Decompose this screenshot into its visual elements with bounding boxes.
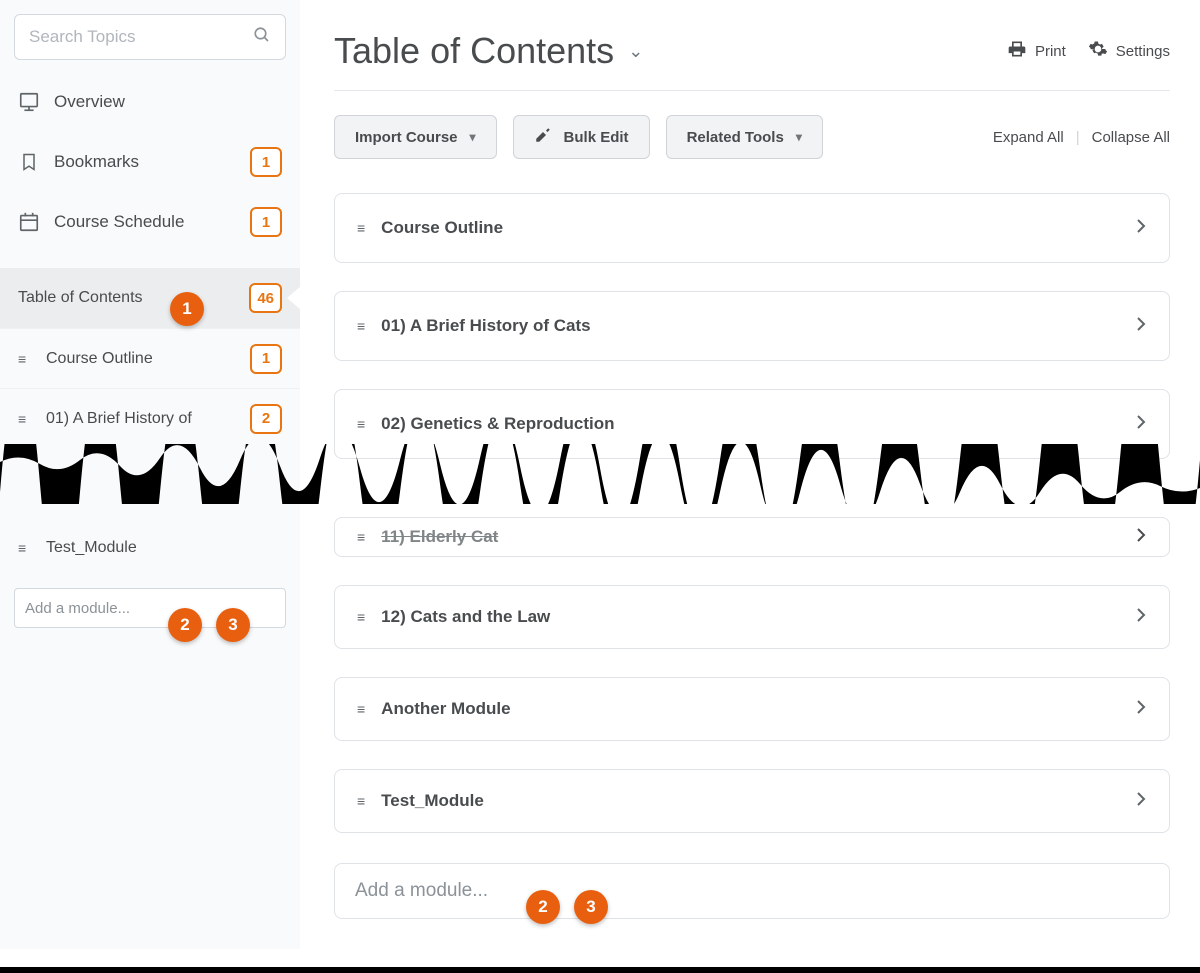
- module-row[interactable]: ≡ 02) Genetics & Reproduction: [334, 389, 1170, 459]
- related-tools-button[interactable]: Related Tools ▾: [666, 115, 823, 159]
- import-course-button[interactable]: Import Course ▾: [334, 115, 497, 159]
- annotation-1: 1: [170, 292, 204, 326]
- module-count: 1: [250, 344, 282, 374]
- drag-icon: ≡: [18, 351, 34, 367]
- module-row[interactable]: ≡ 11) Elderly Cat: [334, 517, 1170, 557]
- page-title-dropdown[interactable]: Table of Contents ⌄: [334, 30, 643, 72]
- related-label: Related Tools: [687, 129, 784, 146]
- chevron-down-icon: ⌄: [628, 41, 643, 62]
- expand-all-link[interactable]: Expand All: [993, 129, 1064, 146]
- main-content: Table of Contents ⌄ Print Settings: [300, 0, 1200, 949]
- sidebar: Overview Bookmarks 1 Course Schedule 1 T…: [0, 0, 300, 949]
- module-label: Course Outline: [46, 350, 238, 368]
- module-row[interactable]: ≡ 01) A Brief History of Cats: [334, 291, 1170, 361]
- bookmarks-count: 1: [250, 147, 282, 177]
- module-row[interactable]: ≡ Test_Module: [334, 769, 1170, 833]
- sidebar-module-course-outline[interactable]: ≡ Course Outline 1: [0, 328, 300, 388]
- sidebar-module-history[interactable]: ≡ 01) A Brief History of 2: [0, 388, 300, 448]
- annotation-3-side: 3: [216, 608, 250, 642]
- overview-icon: [18, 91, 40, 113]
- drag-icon: ≡: [357, 318, 365, 334]
- module-row[interactable]: ≡ Another Module: [334, 677, 1170, 741]
- module-title: 11) Elderly Cat: [381, 527, 1135, 547]
- annotation-3-main: 3: [574, 890, 608, 924]
- module-count: 2: [250, 404, 282, 434]
- add-module-input-main[interactable]: Add a module...: [334, 863, 1170, 919]
- module-row[interactable]: ≡ 12) Cats and the Law: [334, 585, 1170, 649]
- chevron-right-icon: [1135, 218, 1147, 239]
- module-label: 01) A Brief History of: [46, 410, 238, 428]
- chevron-down-icon: ▾: [796, 130, 802, 144]
- edit-icon: [534, 126, 552, 149]
- chevron-down-icon: ▾: [470, 130, 476, 144]
- sidebar-item-schedule[interactable]: Course Schedule 1: [0, 192, 300, 252]
- bookmark-icon: [18, 151, 40, 173]
- page-title: Table of Contents: [334, 30, 614, 72]
- chevron-right-icon: [1135, 527, 1147, 548]
- print-button[interactable]: Print: [1007, 39, 1066, 63]
- module-title: Test_Module: [381, 791, 1135, 811]
- drag-icon: ≡: [357, 529, 365, 545]
- settings-button[interactable]: Settings: [1088, 39, 1170, 63]
- chevron-right-icon: [1135, 791, 1147, 812]
- sidebar-item-toc[interactable]: Table of Contents 46: [0, 268, 300, 328]
- drag-icon: ≡: [357, 416, 365, 432]
- chevron-right-icon: [1135, 699, 1147, 720]
- print-label: Print: [1035, 43, 1066, 60]
- import-label: Import Course: [355, 129, 458, 146]
- sidebar-item-overview[interactable]: Overview: [0, 72, 300, 132]
- calendar-icon: [18, 211, 40, 233]
- toc-count: 46: [249, 283, 282, 313]
- schedule-count: 1: [250, 207, 282, 237]
- drag-icon: ≡: [357, 609, 365, 625]
- search-input[interactable]: [29, 27, 253, 47]
- chevron-right-icon: [1135, 607, 1147, 628]
- module-title: 02) Genetics & Reproduction: [381, 414, 1135, 434]
- gear-icon: [1088, 39, 1108, 63]
- module-title: 01) A Brief History of Cats: [381, 316, 1135, 336]
- drag-icon: ≡: [357, 220, 365, 236]
- bulk-edit-label: Bulk Edit: [564, 129, 629, 146]
- module-title: Course Outline: [381, 218, 1135, 238]
- bookmarks-label: Bookmarks: [54, 152, 236, 172]
- overview-label: Overview: [54, 92, 282, 112]
- annotation-2-main: 2: [526, 890, 560, 924]
- drag-icon: ≡: [18, 411, 34, 427]
- add-module-placeholder: Add a module...: [355, 880, 488, 902]
- chevron-right-icon: [1135, 414, 1147, 435]
- annotation-2-side: 2: [168, 608, 202, 642]
- separator: |: [1076, 129, 1080, 146]
- module-title: 12) Cats and the Law: [381, 607, 1135, 627]
- schedule-label: Course Schedule: [54, 212, 236, 232]
- module-title: Another Module: [381, 699, 1135, 719]
- search-icon: [253, 26, 271, 49]
- add-module-placeholder: Add a module...: [25, 600, 130, 617]
- chevron-right-icon: [1135, 316, 1147, 337]
- drag-icon: ≡: [357, 701, 365, 717]
- bulk-edit-button[interactable]: Bulk Edit: [513, 115, 650, 159]
- module-row[interactable]: ≡ Course Outline: [334, 193, 1170, 263]
- sidebar-module-test[interactable]: ≡ Test_Module: [0, 518, 300, 578]
- sidebar-item-bookmarks[interactable]: Bookmarks 1: [0, 132, 300, 192]
- divider: [334, 90, 1170, 91]
- search-topics[interactable]: [14, 14, 286, 60]
- drag-icon: ≡: [357, 793, 365, 809]
- drag-icon: ≡: [18, 540, 34, 556]
- collapse-all-link[interactable]: Collapse All: [1092, 129, 1170, 146]
- module-label: Test_Module: [46, 539, 282, 557]
- bottom-edge: [0, 967, 1200, 973]
- print-icon: [1007, 39, 1027, 63]
- settings-label: Settings: [1116, 43, 1170, 60]
